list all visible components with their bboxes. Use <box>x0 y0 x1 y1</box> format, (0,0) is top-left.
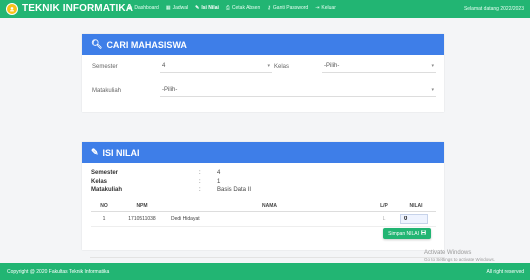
save-button-label: Simpan NILAI <box>388 230 419 237</box>
watermark-subtitle: Go to Settings to activate Windows. <box>424 257 496 262</box>
semester-value: 4 <box>162 63 166 69</box>
cell-npm: 1710511038 <box>117 211 167 227</box>
footer-rights: All right reserved <box>486 269 524 275</box>
footer-copyright: Copyright @ 2020 Fakultas Teknik Informa… <box>7 269 110 275</box>
footer: Copyright @ 2020 Fakultas Teknik Informa… <box>0 263 530 280</box>
nav-item-isi-nilai[interactable]: ✎ Isi Nilai <box>195 5 219 11</box>
col-lp: L/P <box>372 202 396 212</box>
nilai-card-title: ISI NILAI <box>102 147 140 158</box>
matakuliah-select[interactable]: -Pilih- ▾ <box>160 85 436 97</box>
nav-item-dashboard[interactable]: ◉ Dashboard <box>128 5 159 11</box>
content-divider <box>90 257 444 258</box>
main-nav: ◉ Dashboard ▦ Jadwal ✎ Isi Nilai ⎙ Cetak Absen ⚷… <box>128 5 336 11</box>
cell-no: 1 <box>91 211 117 227</box>
cell-nilai <box>396 211 436 227</box>
nav-item-ganti-password[interactable]: ⚷ Ganti Password <box>267 5 308 11</box>
info-key: Matakuliah <box>91 187 123 194</box>
semester-label: Semester <box>92 64 118 70</box>
pencil-icon: ✎ <box>91 147 99 157</box>
key-icon: ⚷ <box>267 5 271 11</box>
info-value: 1 <box>217 178 221 185</box>
nav-item-cetak-absen[interactable]: ⎙ Cetak Absen <box>226 5 260 11</box>
info-value: Basis Data II <box>217 187 252 194</box>
pencil-icon: ✎ <box>195 5 200 11</box>
nav-item-label: Ganti Password <box>272 5 309 11</box>
nav-item-keluar[interactable]: ⇥ Keluar <box>315 5 336 11</box>
nav-item-label: Cetak Absen <box>231 5 261 11</box>
col-nilai: NILAI <box>396 202 436 212</box>
save-icon <box>421 230 426 237</box>
matakuliah-label: Matakuliah <box>92 88 122 94</box>
dashboard-icon: ◉ <box>128 5 133 11</box>
activate-windows-watermark: Activate Windows Go to Settings to activ… <box>424 250 495 262</box>
save-nilai-button[interactable]: Simpan NILAI <box>383 228 431 239</box>
search-card-title: CARI MAHASISWA <box>106 39 187 50</box>
search-card: 🔍︎ CARI MAHASISWA Semester 4 ▾ Kelas -Pi… <box>82 34 444 112</box>
logout-icon: ⇥ <box>315 5 320 11</box>
brand-title[interactable]: TEKNIK INFORMATIKA <box>22 3 133 14</box>
info-value: 4 <box>217 170 221 177</box>
nav-item-label: Keluar <box>321 5 336 11</box>
table-header-row: NO NPM NAMA L/P NILAI <box>91 202 436 212</box>
nav-item-label: Dashboard <box>134 5 159 11</box>
table-row: 1 1710511038 Dedi Hidayat L <box>91 211 436 227</box>
brand-logo-icon[interactable] <box>6 3 18 15</box>
col-nama: NAMA <box>167 202 372 212</box>
chevron-down-icon: ▾ <box>267 63 270 69</box>
cell-nama: Dedi Hidayat <box>167 211 372 227</box>
col-npm: NPM <box>117 202 167 212</box>
chevron-down-icon: ▾ <box>431 87 434 93</box>
info-colon: : <box>199 187 201 194</box>
print-icon: ⎙ <box>225 5 230 11</box>
info-colon: : <box>199 178 201 185</box>
info-colon: : <box>199 170 201 177</box>
calendar-icon: ▦ <box>165 5 171 11</box>
semester-select[interactable]: 4 ▾ <box>160 61 272 73</box>
col-no: NO <box>91 202 117 212</box>
nilai-card-header: ✎ ISI NILAI <box>82 142 444 163</box>
nilai-table: NO NPM NAMA L/P NILAI 1 1710511038 Dedi … <box>91 202 436 227</box>
kelas-value: -Pilih- <box>324 63 340 69</box>
kelas-label: Kelas <box>274 64 290 70</box>
nav-item-label: Isi Nilai <box>201 5 219 11</box>
cell-lp: L <box>372 211 396 227</box>
info-row-semester: Semester : 4 <box>91 169 251 178</box>
info-row-matakuliah: Matakuliah : Basis Data II <box>91 186 251 195</box>
matakuliah-value: -Pilih- <box>162 87 178 93</box>
kelas-select[interactable]: -Pilih- ▾ <box>322 61 436 73</box>
search-icon: 🔍︎ <box>91 39 103 49</box>
welcome-text: Selamat datang 2022/2023 <box>463 6 524 12</box>
nilai-input[interactable] <box>400 213 428 224</box>
nav-item-jadwal[interactable]: ▦ Jadwal <box>166 5 188 11</box>
chevron-down-icon: ▾ <box>431 63 434 69</box>
search-card-header: 🔍︎ CARI MAHASISWA <box>82 34 444 55</box>
nilai-card: ✎ ISI NILAI Semester : 4 Kelas : 1 Matak… <box>82 142 444 250</box>
info-key: Kelas <box>91 178 108 185</box>
info-row-kelas: Kelas : 1 <box>91 178 251 187</box>
watermark-title: Activate Windows <box>424 250 472 256</box>
top-navbar: TEKNIK INFORMATIKA ◉ Dashboard ▦ Jadwal ✎ Isi… <box>0 0 530 18</box>
course-info: Semester : 4 Kelas : 1 Matakuliah : Basi… <box>91 169 251 195</box>
info-key: Semester <box>91 170 119 177</box>
nav-item-label: Jadwal <box>172 5 189 11</box>
